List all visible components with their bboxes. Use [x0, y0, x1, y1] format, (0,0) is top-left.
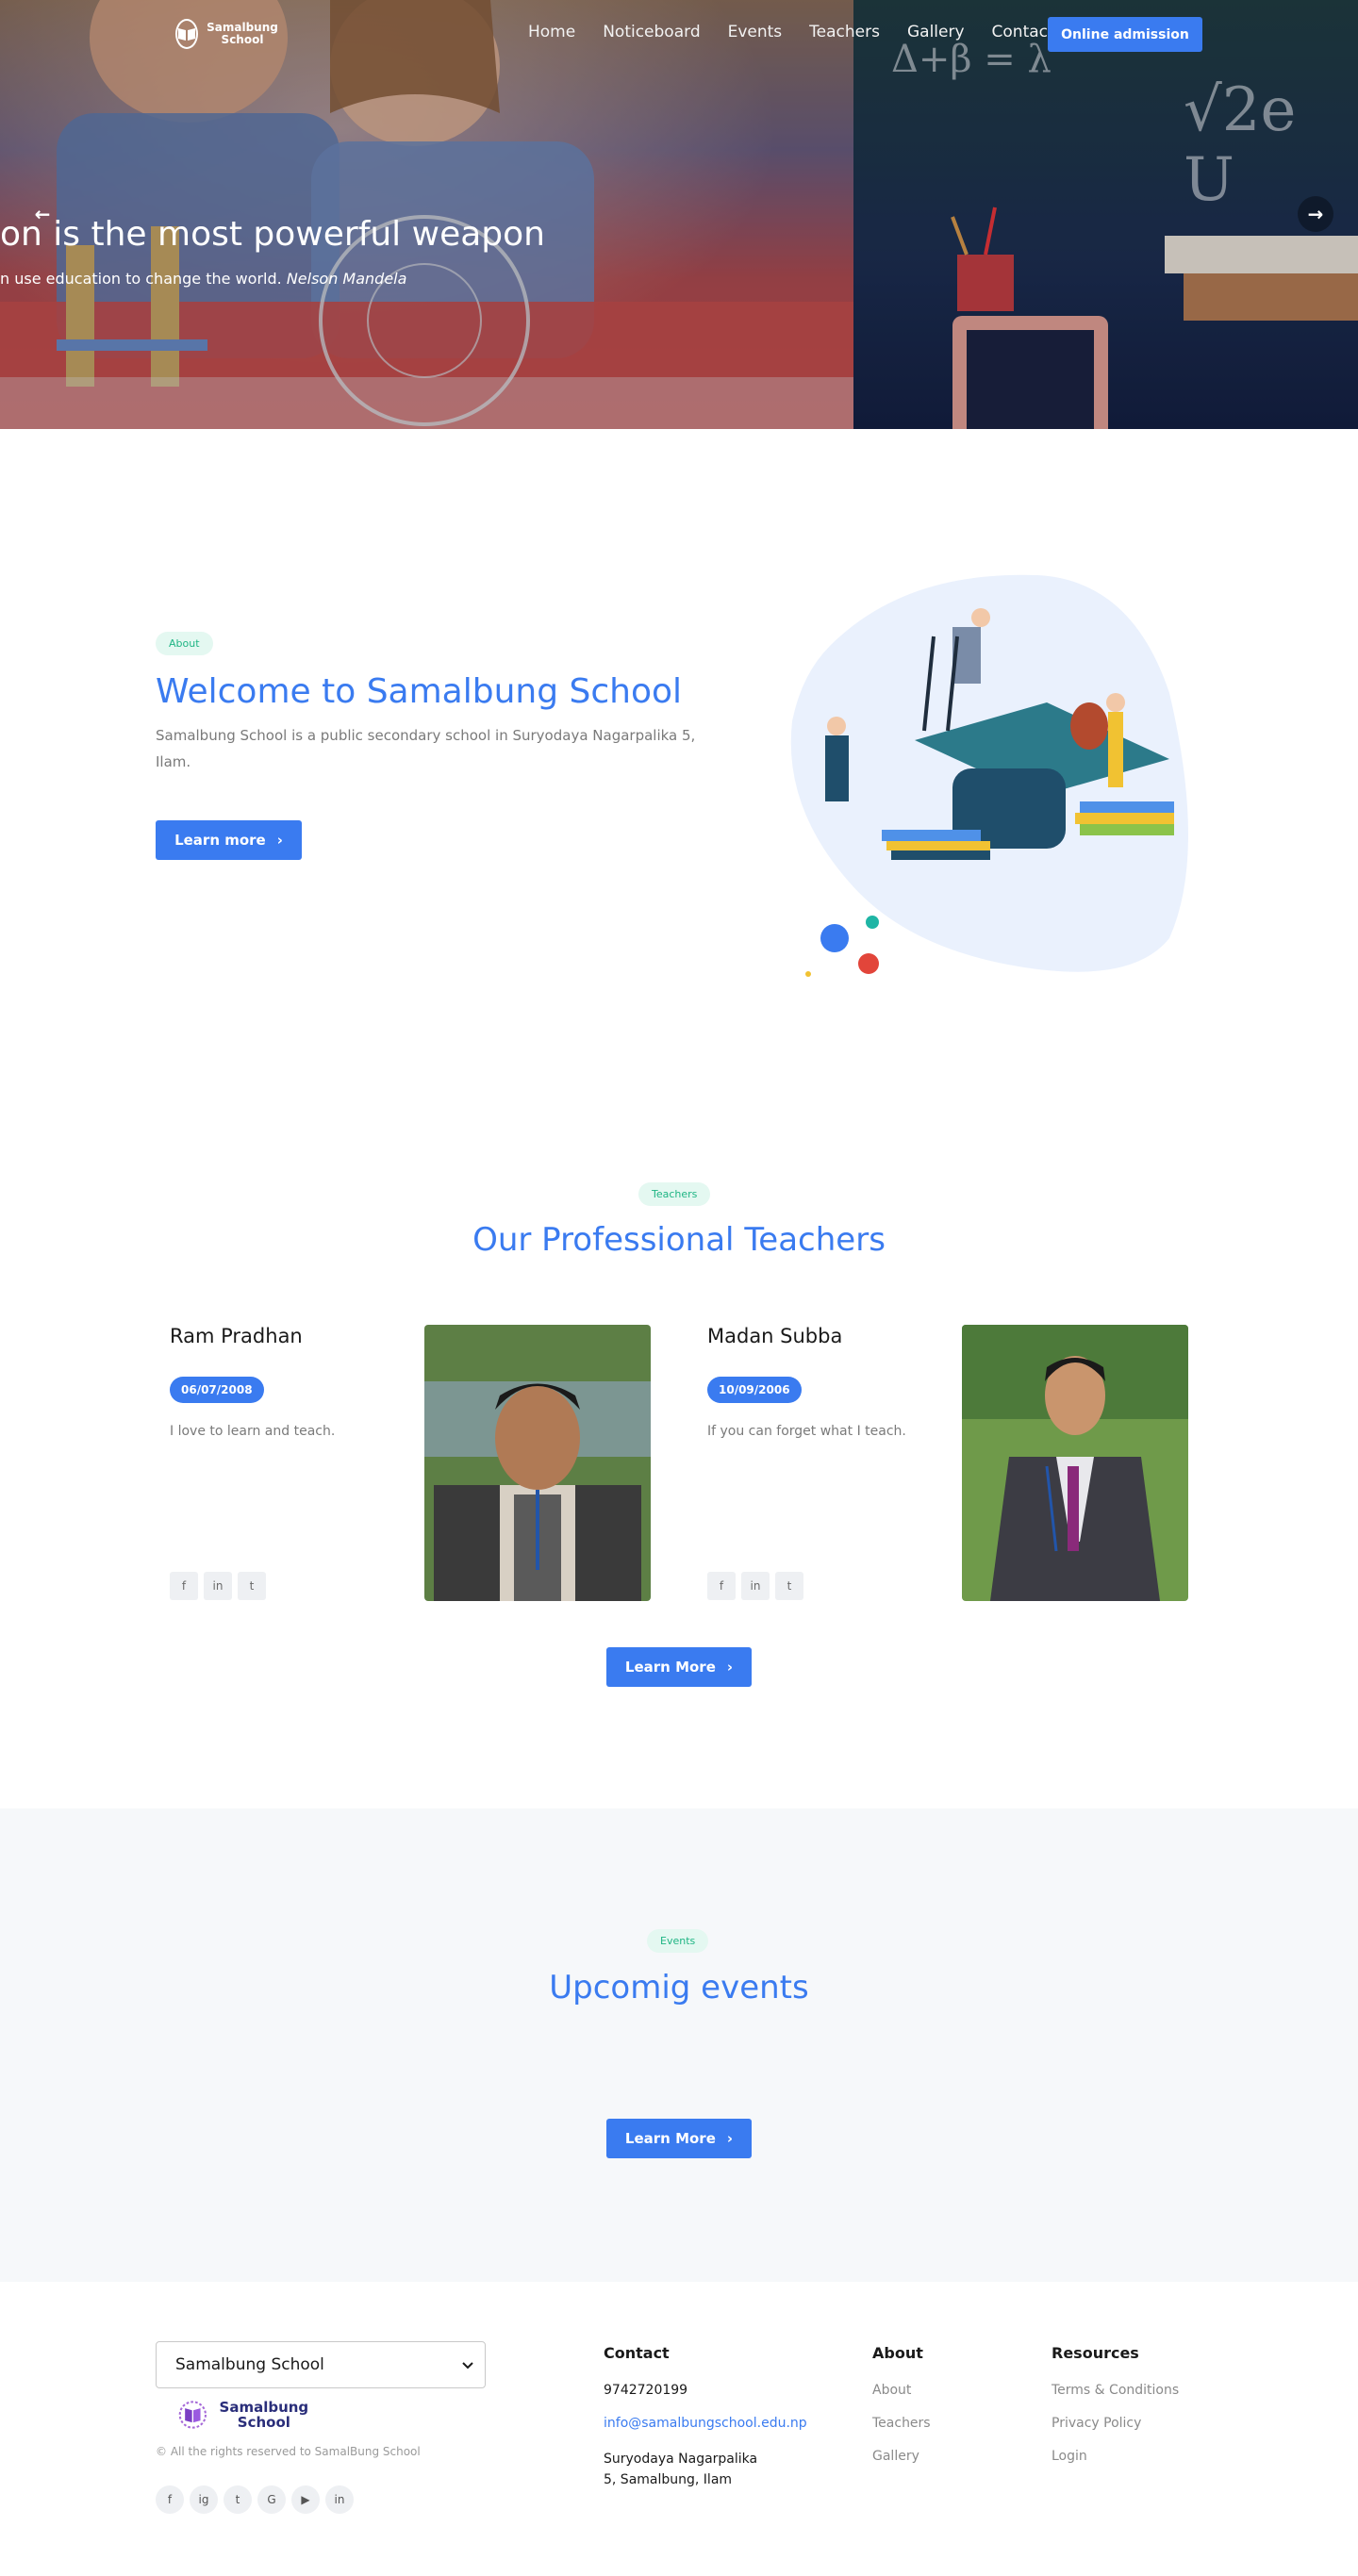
footer-contact-column: Contact 9742720199 info@samalbungschool.… — [604, 2344, 807, 2508]
contact-phone: 9742720199 — [604, 2383, 688, 2398]
nav-links: Home Noticeboard Events Teachers Gallery… — [528, 23, 1082, 41]
footer-link-about[interactable]: About — [872, 2383, 931, 2398]
footer-logo[interactable]: Samalbung School — [177, 2393, 314, 2436]
instagram-icon[interactable]: ig — [190, 2485, 218, 2514]
events-learn-more-label: Learn More — [624, 2130, 716, 2147]
footer-about-column: About About Teachers Gallery — [872, 2344, 931, 2482]
teachers-title: Our Professional Teachers — [472, 1221, 886, 1259]
school-select-value: Samalbung School — [175, 2355, 324, 2374]
contact-address: Suryodaya Nagarpalika 5, Samalbung, Ilam — [604, 2452, 758, 2487]
teacher-card: Ram Pradhan 06/07/2008 I love to learn a… — [170, 1325, 688, 1603]
chevron-right-icon: › — [726, 2130, 734, 2147]
about-description: Samalbung School is a public secondary s… — [156, 727, 696, 770]
graduation-illustration — [790, 574, 1188, 977]
events-learn-more-button[interactable]: Learn More › — [606, 2119, 752, 2158]
site-logo[interactable]: Samalbung School — [175, 17, 281, 51]
hero-quote-text: n use education to change the world. — [0, 270, 282, 288]
footer-link-teachers[interactable]: Teachers — [872, 2416, 931, 2431]
nav-link-home[interactable]: Home — [528, 23, 575, 41]
contact-email-link[interactable]: info@samalbungschool.edu.np — [604, 2416, 807, 2431]
chevron-down-icon — [462, 2355, 473, 2374]
nav-link-noticeboard[interactable]: Noticeboard — [603, 23, 700, 41]
nav-link-contact[interactable]: Contact — [992, 23, 1054, 41]
events-section — [0, 1808, 1358, 2282]
teachers-learn-more-label: Learn More — [624, 1659, 716, 1676]
twitter-icon[interactable]: t — [224, 2485, 252, 2514]
hero-quote-author: Nelson Mandela — [286, 270, 407, 288]
about-learn-more-button[interactable]: Learn more › — [156, 820, 302, 860]
facebook-icon[interactable]: f — [707, 1572, 736, 1600]
resources-heading: Resources — [1052, 2344, 1139, 2362]
events-tag: Events — [647, 1929, 709, 1953]
teacher-card: Madan Subba 10/09/2006 If you can forget… — [707, 1325, 1226, 1603]
about-heading: About — [872, 2344, 923, 2362]
teacher-photo — [962, 1325, 1188, 1601]
google-icon[interactable]: G — [257, 2485, 286, 2514]
copyright-text: © All the rights reserved to SamalBung S… — [156, 2445, 421, 2458]
school-select[interactable]: Samalbung School — [156, 2341, 486, 2388]
footer-social-links: f ig t G ▶ in — [156, 2485, 354, 2514]
teacher-social-links: f in t — [170, 1572, 266, 1600]
teachers-learn-more-button[interactable]: Learn More › — [606, 1647, 752, 1687]
chevron-right-icon: › — [276, 832, 283, 849]
footer-link-login[interactable]: Login — [1052, 2449, 1179, 2464]
footer-link-privacy[interactable]: Privacy Policy — [1052, 2416, 1179, 2431]
hero-quote: n use education to change the world. Nel… — [0, 270, 406, 288]
teacher-date-badge: 10/09/2006 — [707, 1377, 802, 1403]
teacher-name: Madan Subba — [707, 1325, 843, 1347]
linkedin-icon[interactable]: in — [204, 1572, 232, 1600]
teacher-social-links: f in t — [707, 1572, 803, 1600]
book-icon — [178, 2400, 207, 2429]
nav-link-teachers[interactable]: Teachers — [809, 23, 880, 41]
twitter-icon[interactable]: t — [238, 1572, 266, 1600]
about-title: Welcome to Samalbung School — [156, 672, 683, 711]
logo-text: Samalbung School — [207, 21, 278, 46]
online-admission-button[interactable]: Online admission — [1048, 17, 1202, 52]
teacher-name: Ram Pradhan — [170, 1325, 303, 1347]
teacher-quote: If you can forget what I teach. — [707, 1424, 906, 1439]
teachers-tag: Teachers — [638, 1182, 711, 1206]
book-icon — [175, 19, 198, 49]
hero-title: on is the most powerful weapon — [0, 215, 545, 254]
about-learn-more-label: Learn more — [174, 832, 266, 849]
events-title: Upcomig events — [549, 1969, 809, 2006]
chevron-right-icon: › — [726, 1659, 734, 1676]
footer-link-gallery[interactable]: Gallery — [872, 2449, 931, 2464]
hero-carousel: √2e U Δ+β = λ ← → on is the most powerfu… — [0, 0, 1358, 429]
contact-heading: Contact — [604, 2344, 670, 2362]
footer-resources-column: Resources Terms & Conditions Privacy Pol… — [1052, 2344, 1179, 2482]
top-navbar: Samalbung School Home Noticeboard Events… — [0, 0, 1358, 68]
teacher-quote: I love to learn and teach. — [170, 1424, 336, 1439]
linkedin-icon[interactable]: in — [325, 2485, 354, 2514]
linkedin-icon[interactable]: in — [741, 1572, 770, 1600]
facebook-icon[interactable]: f — [170, 1572, 198, 1600]
footer-link-terms[interactable]: Terms & Conditions — [1052, 2383, 1179, 2398]
about-tag: About — [156, 632, 213, 655]
twitter-icon[interactable]: t — [775, 1572, 803, 1600]
nav-link-events[interactable]: Events — [728, 23, 783, 41]
teacher-photo — [424, 1325, 651, 1601]
teacher-date-badge: 06/07/2008 — [170, 1377, 264, 1403]
carousel-next-icon[interactable]: → — [1298, 196, 1333, 232]
youtube-icon[interactable]: ▶ — [291, 2485, 320, 2514]
facebook-icon[interactable]: f — [156, 2485, 184, 2514]
nav-link-gallery[interactable]: Gallery — [907, 23, 965, 41]
footer-logo-text: Samalbung School — [219, 2398, 309, 2431]
